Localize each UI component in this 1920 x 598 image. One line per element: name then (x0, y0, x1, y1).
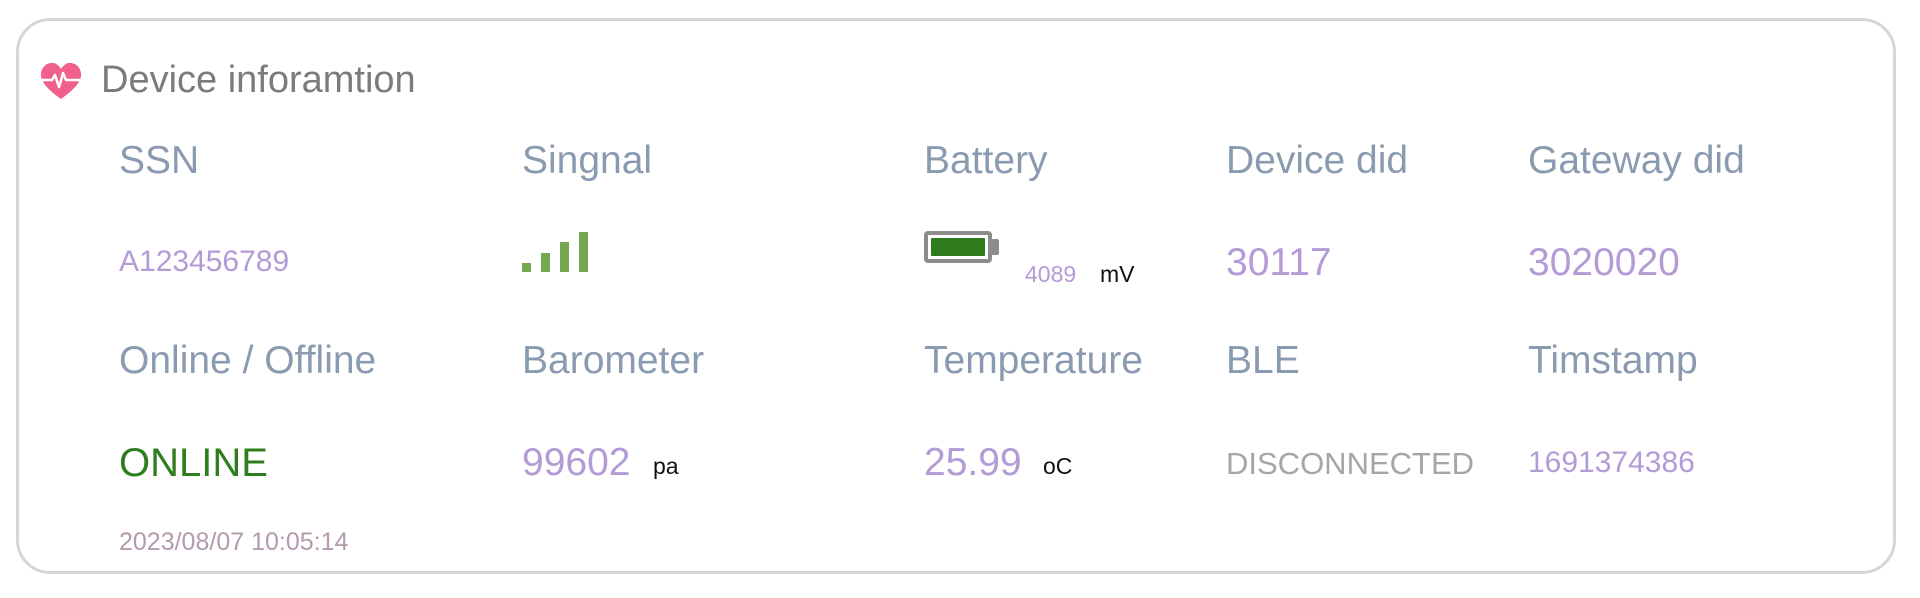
temperature-label: Temperature (924, 339, 1143, 382)
card-title: Device inforamtion (101, 59, 416, 101)
battery-label: Battery (924, 139, 1048, 182)
signal-strength-icon (522, 232, 602, 272)
timestamp-value: 1691374386 (1528, 446, 1695, 479)
battery-mv-value: 4089 (1025, 261, 1077, 287)
online-offline-label: Online / Offline (119, 339, 377, 382)
battery-fill (931, 238, 985, 256)
device-info-card: Device inforamtion SSN Singnal Battery D… (16, 18, 1896, 574)
ble-label: BLE (1226, 339, 1300, 382)
temperature-value: 25.99 (924, 441, 1022, 484)
online-status-value: ONLINE (119, 441, 268, 485)
barometer-unit: pa (653, 453, 679, 479)
signal-bar-2 (541, 253, 550, 272)
barometer-label: Barometer (522, 339, 705, 382)
status-datetime: 2023/08/07 10:05:14 (119, 528, 349, 556)
device-did-value: 30117 (1226, 241, 1332, 284)
gateway-did-label: Gateway did (1528, 139, 1745, 182)
temperature-unit: oC (1043, 453, 1073, 479)
battery-unit: mV (1100, 261, 1135, 287)
ssn-label: SSN (119, 139, 200, 182)
signal-bar-1 (522, 263, 531, 272)
barometer-value: 99602 (522, 441, 631, 484)
ble-status-value: DISCONNECTED (1226, 446, 1475, 481)
ssn-value: A123456789 (119, 245, 290, 278)
signal-bar-4 (579, 232, 588, 272)
signal-bar-3 (560, 242, 569, 272)
signal-label: Singnal (522, 139, 653, 182)
timestamp-label: Timstamp (1528, 339, 1698, 382)
card-header: Device inforamtion (39, 59, 416, 102)
heart-pulse-icon (39, 61, 83, 101)
device-did-label: Device did (1226, 139, 1409, 182)
battery-icon (924, 231, 1014, 271)
gateway-did-value: 3020020 (1528, 241, 1680, 284)
